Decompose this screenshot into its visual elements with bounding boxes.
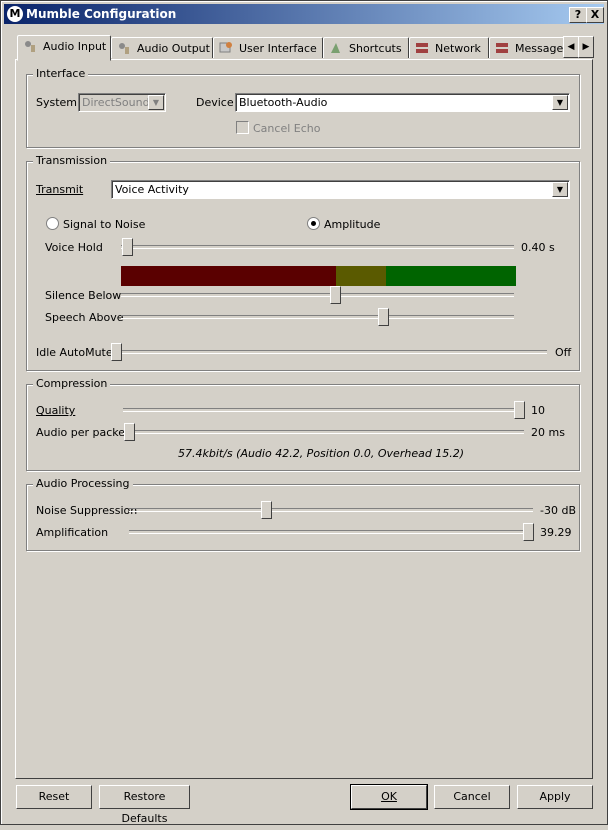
message-icon [496, 43, 508, 53]
tab-scroll-right-button[interactable]: ▶ [578, 36, 594, 58]
device-label: Device [196, 96, 234, 109]
voice-hold-track [121, 245, 514, 249]
audio-per-packet-value: 20 ms [531, 426, 565, 439]
tab-network[interactable]: Network [409, 37, 489, 58]
quality-label: Quality [36, 404, 76, 417]
chevron-down-icon: ▼ [552, 182, 568, 197]
title-bar[interactable]: M Mumble Configuration ? X [4, 4, 604, 24]
noise-suppression-label: Noise Suppression [36, 504, 138, 517]
signal-to-noise-radio[interactable] [46, 217, 59, 230]
chevron-right-icon: ▶ [582, 42, 590, 52]
tab-audio-output[interactable]: Audio Output [111, 37, 213, 58]
amplification-track [129, 530, 533, 534]
quality-slider[interactable] [514, 401, 525, 419]
network-icon [416, 43, 428, 53]
quality-value: 10 [531, 404, 545, 417]
noise-suppression-track [129, 508, 533, 512]
ok-button[interactable]: OK [350, 784, 428, 810]
voice-hold-slider[interactable] [122, 238, 133, 256]
speech-above-track [121, 315, 514, 319]
meter-speech-zone [386, 266, 516, 286]
quality-track [123, 408, 524, 412]
amplitude-radio[interactable] [307, 217, 320, 230]
signal-to-noise-label: Signal to Noise [63, 218, 146, 231]
interface-icon [219, 42, 232, 53]
shortcuts-icon [331, 43, 340, 53]
idle-automute-slider[interactable] [111, 343, 122, 361]
amplification-value: 39.29 [540, 526, 572, 539]
microphone-icon [25, 41, 35, 52]
idle-automute-label: Idle AutoMute [36, 346, 113, 359]
noise-suppression-slider[interactable] [261, 501, 272, 519]
audio-per-packet-slider[interactable] [124, 423, 135, 441]
tab-messages[interactable]: Message [489, 37, 565, 58]
system-select: DirectSound ▼ [78, 93, 166, 112]
transmit-select[interactable]: Voice Activity ▼ [111, 180, 570, 199]
chevron-down-icon: ▼ [552, 95, 568, 110]
audio-processing-group: Audio Processing [26, 477, 580, 551]
silence-below-label: Silence Below [45, 289, 122, 302]
cancel-button[interactable]: Cancel [434, 785, 510, 809]
apply-button[interactable]: Apply [517, 785, 593, 809]
idle-automute-value: Off [555, 346, 572, 359]
silence-below-track [121, 293, 514, 297]
voice-hold-label: Voice Hold [45, 241, 103, 254]
transmit-label: Transmit [36, 183, 84, 196]
meter-between-zone [336, 266, 386, 286]
close-button[interactable]: X [586, 7, 604, 23]
noise-suppression-value: -30 dB [540, 504, 576, 517]
audio-processing-group-title: Audio Processing [33, 477, 133, 490]
bitrate-summary: 57.4kbit/s (Audio 42.2, Position 0.0, Ov… [178, 447, 465, 460]
idle-automute-track [111, 350, 547, 354]
tab-user-interface[interactable]: User Interface [213, 37, 323, 58]
chevron-down-icon: ▼ [148, 95, 164, 110]
restore-defaults-button[interactable]: Restore Defaults [99, 785, 190, 825]
speech-above-label: Speech Above [45, 311, 124, 324]
interface-group-title: Interface [33, 67, 89, 80]
amplitude-label: Amplitude [324, 218, 381, 231]
cancel-echo-checkbox [236, 121, 249, 134]
tab-scroll-left-button[interactable]: ◀ [563, 36, 579, 58]
amplification-slider[interactable] [523, 523, 534, 541]
tab-shortcuts[interactable]: Shortcuts [323, 37, 409, 58]
window-title: Mumble Configuration [26, 7, 177, 21]
amplification-label: Amplification [36, 526, 109, 539]
compression-group-title: Compression [33, 377, 111, 390]
mumble-logo-icon: M [7, 6, 23, 22]
reset-button[interactable]: Reset [16, 785, 92, 809]
system-label: System [36, 96, 78, 109]
meter-silence-zone [121, 266, 336, 286]
audio-per-packet-track [123, 430, 524, 434]
device-select[interactable]: Bluetooth-Audio ▼ [235, 93, 570, 112]
speaker-icon [119, 43, 129, 54]
cancel-echo-label: Cancel Echo [253, 122, 321, 135]
audio-per-packet-label: Audio per packet [36, 426, 130, 439]
help-button[interactable]: ? [569, 7, 587, 23]
tab-audio-input[interactable]: Audio Input [17, 35, 111, 61]
chevron-left-icon: ◀ [567, 42, 575, 52]
voice-hold-value: 0.40 s [521, 241, 555, 254]
silence-below-slider[interactable] [330, 286, 341, 304]
transmission-group-title: Transmission [33, 154, 111, 167]
speech-above-slider[interactable] [378, 308, 389, 326]
